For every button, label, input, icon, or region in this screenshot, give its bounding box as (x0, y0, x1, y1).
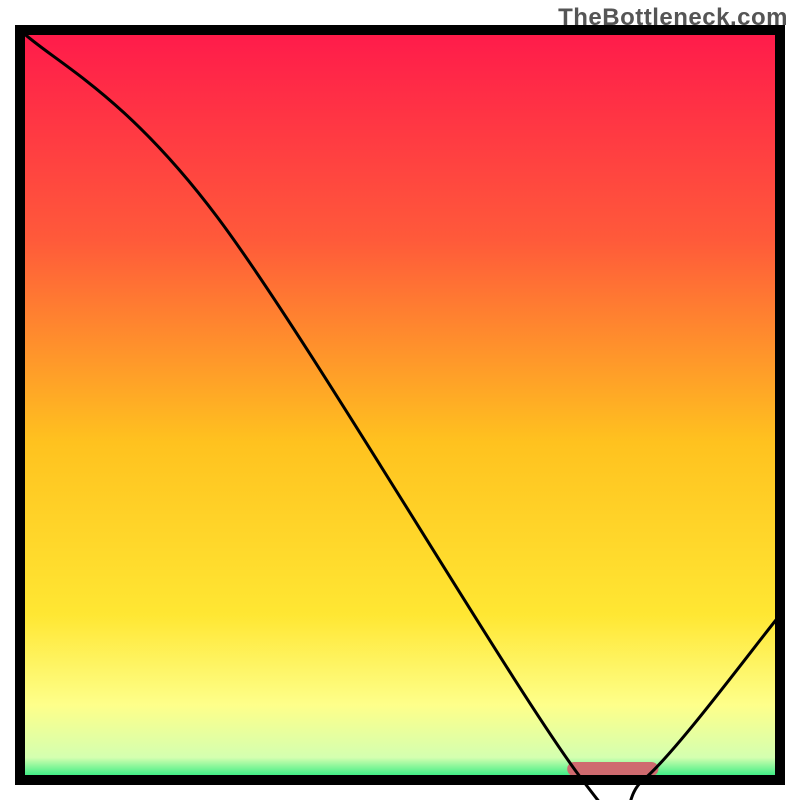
bottleneck-chart: TheBottleneck.com (0, 0, 800, 800)
gradient-background (20, 30, 780, 780)
chart-svg (0, 0, 800, 800)
optimum-band (567, 762, 658, 776)
watermark-text: TheBottleneck.com (558, 4, 788, 32)
